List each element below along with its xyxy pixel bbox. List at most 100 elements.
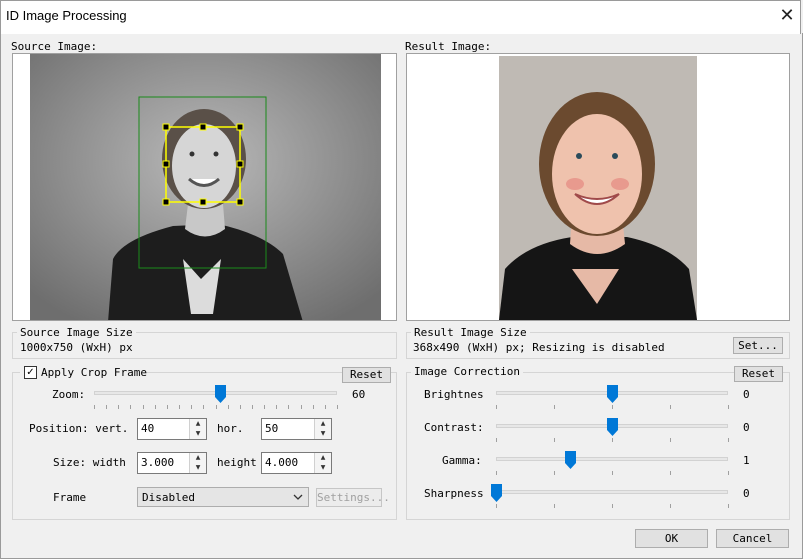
frame-label: Frame <box>53 491 87 504</box>
slider-tick <box>301 405 302 409</box>
result-image-panel <box>406 53 790 321</box>
slider-tick <box>143 405 144 409</box>
crop-handle <box>236 160 244 168</box>
result-size-label: Result Image Size <box>411 326 530 339</box>
crop-handle <box>236 198 244 206</box>
gamma-value: 1 <box>743 454 750 467</box>
hor-label: hor. <box>217 422 244 435</box>
apply-crop-label[interactable]: Apply Crop Frame <box>41 366 147 379</box>
hor-position-value: 50 <box>265 422 279 435</box>
brightnes-slider-ticks <box>496 405 729 409</box>
correction-reset-button[interactable]: Reset <box>734 366 783 382</box>
sharpness-value: 0 <box>743 487 750 500</box>
slider-tick <box>118 405 119 409</box>
slider-tick <box>179 405 180 409</box>
slider-tick <box>728 438 729 442</box>
slider-tick <box>264 405 265 409</box>
slider-tick <box>612 438 613 442</box>
slider-tick <box>203 405 204 409</box>
sharpness-slider-track[interactable] <box>496 490 728 494</box>
slider-tick <box>313 405 314 409</box>
source-photo <box>30 54 381 320</box>
crop-handle <box>199 123 207 131</box>
ok-button[interactable]: OK <box>635 529 708 548</box>
width-value: 3.000 <box>141 456 175 469</box>
frame-settings-button[interactable]: Settings... <box>316 488 390 507</box>
crop-handle <box>162 160 170 168</box>
spin-down-icon[interactable]: ▼ <box>190 463 206 473</box>
sharpness-slider-ticks <box>496 504 729 508</box>
contrast-slider-thumb[interactable] <box>607 418 618 436</box>
close-icon[interactable]: ✕ <box>776 6 798 28</box>
slider-tick <box>554 405 555 409</box>
zoom-label: Zoom: <box>52 388 86 401</box>
spin-down-icon[interactable]: ▼ <box>190 429 206 439</box>
result-image-label: Result Image: <box>405 40 492 53</box>
slider-tick <box>240 405 241 409</box>
vert-position-stepper[interactable]: 40 ▲ ▼ <box>137 418 207 440</box>
gamma-slider-track[interactable] <box>496 457 728 461</box>
slider-tick <box>106 405 107 409</box>
slider-tick <box>670 438 671 442</box>
set-size-button[interactable]: Set... <box>733 337 783 354</box>
sharpness-label: Sharpness <box>424 487 484 500</box>
slider-tick <box>167 405 168 409</box>
slider-tick <box>728 471 729 475</box>
size-width-label: Size: width <box>53 456 126 469</box>
result-size-value: 368x490 (WxH) px; Resizing is disabled <box>413 341 665 354</box>
chevron-down-icon <box>293 494 303 500</box>
slider-tick <box>670 405 671 409</box>
slider-tick <box>728 405 729 409</box>
crop-handle <box>236 123 244 131</box>
sharpness-slider-thumb[interactable] <box>491 484 502 502</box>
brightnes-value: 0 <box>743 388 750 401</box>
apply-crop-checkbox[interactable]: ✓ <box>24 366 37 379</box>
slider-tick <box>155 405 156 409</box>
slider-tick <box>130 405 131 409</box>
crop-handle <box>162 123 170 131</box>
cancel-button[interactable]: Cancel <box>716 529 789 548</box>
vert-position-value: 40 <box>141 422 155 435</box>
gamma-slider-thumb[interactable] <box>565 451 577 469</box>
zoom-slider-ticks <box>94 405 338 409</box>
slider-tick <box>216 405 217 409</box>
image-correction-label: Image Correction <box>411 365 523 378</box>
contrast-value: 0 <box>743 421 750 434</box>
frame-select[interactable]: Disabled <box>137 487 309 507</box>
height-stepper[interactable]: 4.000 ▲ ▼ <box>261 452 332 474</box>
result-photo <box>499 56 697 320</box>
source-image-panel <box>12 53 397 321</box>
zoom-slider-thumb[interactable] <box>215 385 227 403</box>
slider-tick <box>670 504 671 508</box>
width-stepper[interactable]: 3.000 ▲ ▼ <box>137 452 207 474</box>
spin-down-icon[interactable]: ▼ <box>315 429 331 439</box>
crop-reset-button[interactable]: Reset <box>342 367 391 383</box>
slider-tick <box>496 405 497 409</box>
slider-tick <box>252 405 253 409</box>
crop-handle <box>199 198 207 206</box>
slider-tick <box>325 405 326 409</box>
position-vert-label: Position: vert. <box>29 422 129 435</box>
source-size-label: Source Image Size <box>17 326 136 339</box>
slider-tick <box>496 471 497 475</box>
gamma-slider-ticks <box>496 471 729 475</box>
slider-tick <box>554 471 555 475</box>
slider-tick <box>337 405 338 409</box>
contrast-label: Contrast: <box>424 421 484 434</box>
window-title: ID Image Processing <box>6 8 127 23</box>
slider-tick <box>496 438 497 442</box>
gamma-label: Gamma: <box>442 454 482 467</box>
slider-tick <box>288 405 289 409</box>
brightnes-slider-thumb[interactable] <box>607 385 618 403</box>
hor-position-stepper[interactable]: 50 ▲ ▼ <box>261 418 332 440</box>
slider-tick <box>612 471 613 475</box>
slider-tick <box>612 504 613 508</box>
crop-handle <box>162 198 170 206</box>
frame-select-value: Disabled <box>142 491 195 504</box>
spin-down-icon[interactable]: ▼ <box>315 463 331 473</box>
height-value: 4.000 <box>265 456 299 469</box>
slider-tick <box>612 405 613 409</box>
brightnes-label: Brightnes <box>424 388 484 401</box>
source-image-label: Source Image: <box>11 40 98 53</box>
slider-tick <box>554 504 555 508</box>
